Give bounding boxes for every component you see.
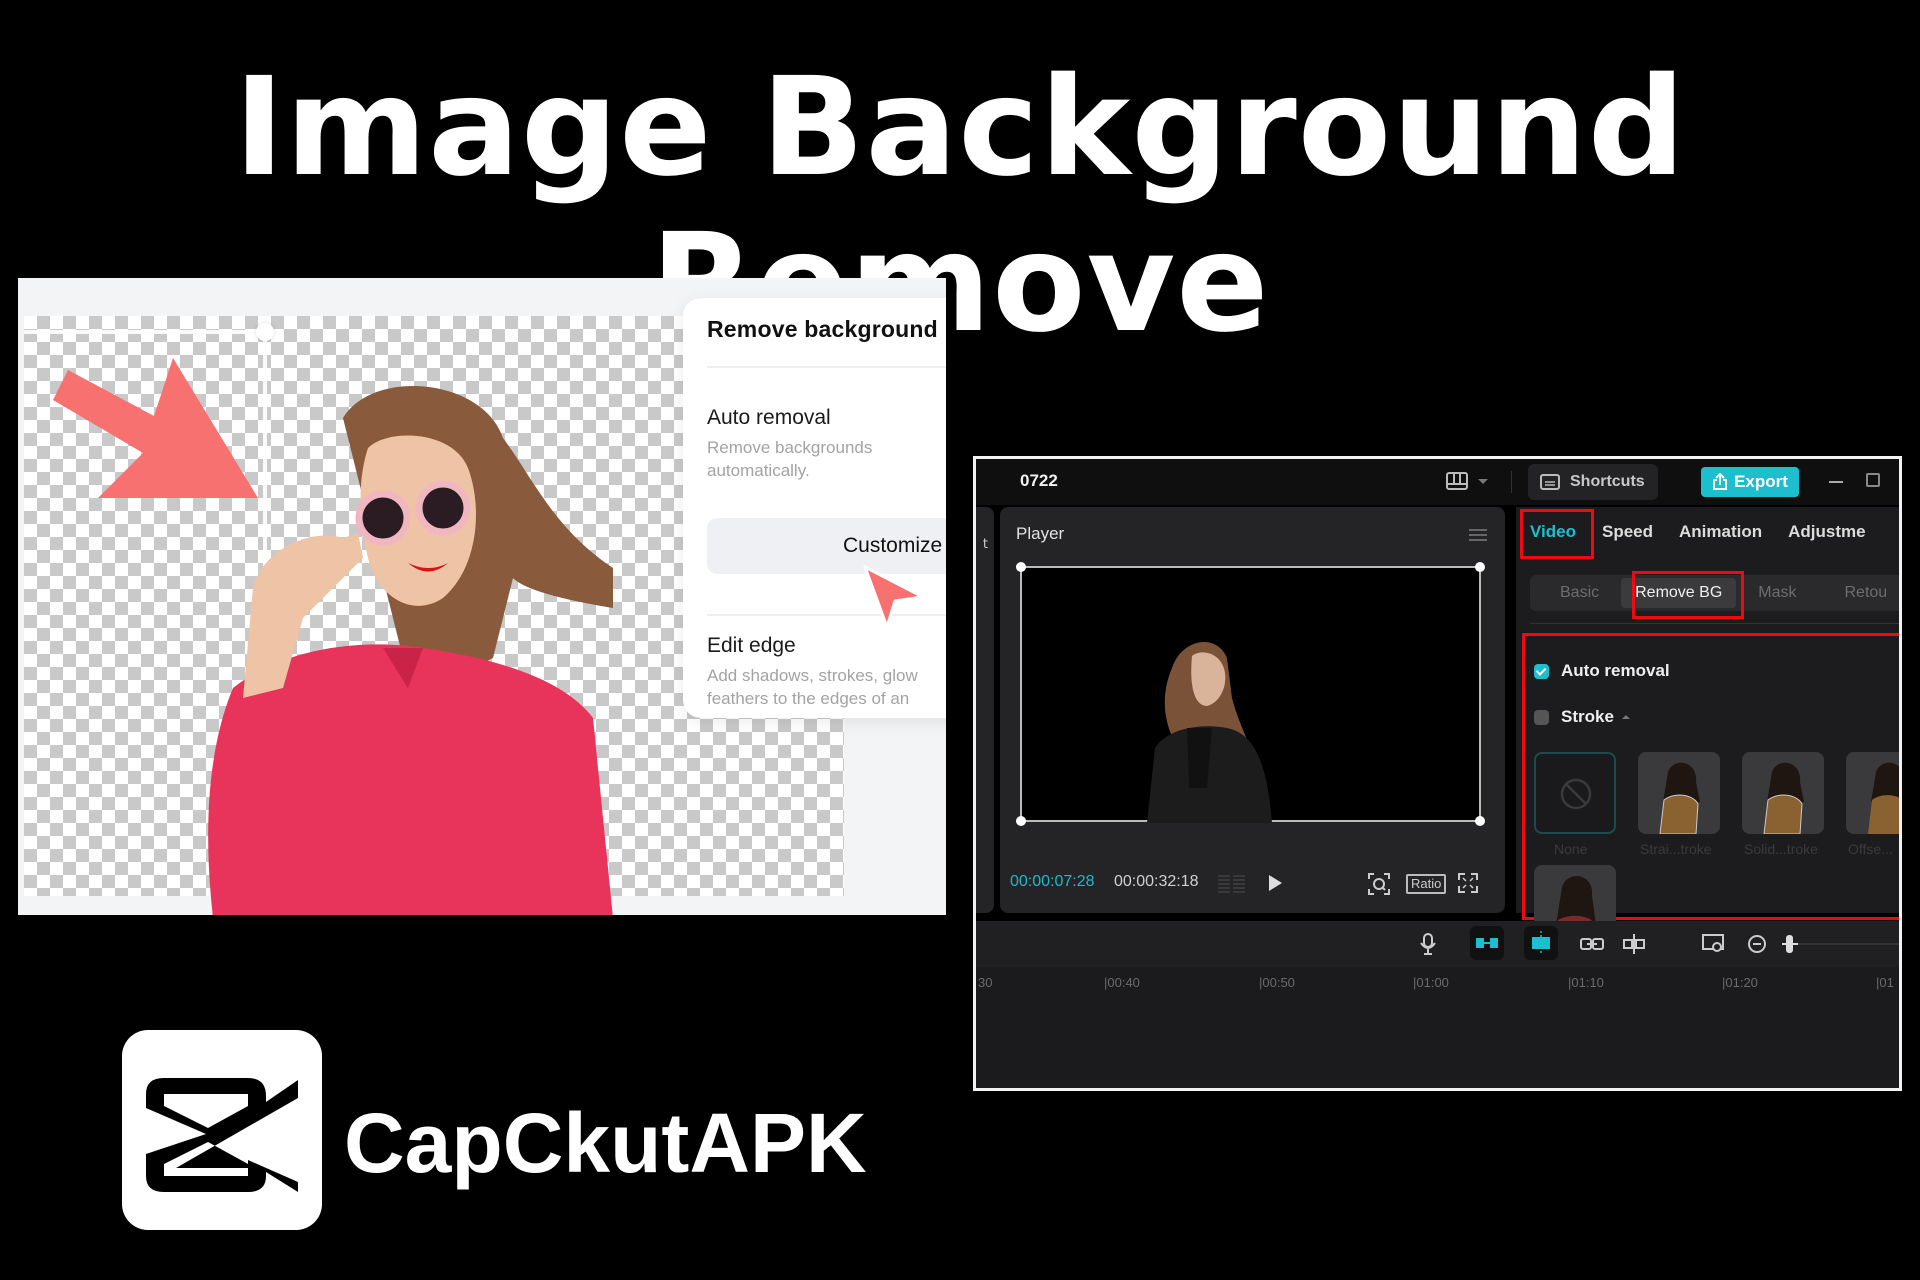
stroke-preview-image	[1659, 762, 1700, 834]
woman-cutout-photo	[208, 385, 613, 915]
player-title: Player	[1016, 524, 1065, 543]
ruler-label: |01:00	[1413, 975, 1449, 990]
edit-edge-desc-2: feathers to the edges of an	[707, 689, 910, 708]
magnet-link-icon	[1476, 938, 1498, 948]
auto-removal-checkbox[interactable]	[1534, 663, 1549, 679]
preview-zoom-icon[interactable]	[1702, 933, 1726, 955]
resize-handle[interactable]	[1016, 816, 1026, 826]
stroke-preset-none[interactable]	[1534, 752, 1616, 834]
timeline-toolbar	[976, 921, 1899, 967]
stroke-label: Stroke	[1561, 707, 1614, 726]
ruler-label: |00:40	[1104, 975, 1140, 990]
stroke-option[interactable]: Stroke	[1534, 707, 1630, 727]
media-panel-edge: t	[976, 507, 994, 913]
brand-name: CapCkutAPK	[344, 1096, 867, 1190]
ruler-label: |01:20	[1722, 975, 1758, 990]
menu-icon[interactable]	[1469, 529, 1487, 541]
link-icon[interactable]	[1580, 933, 1604, 955]
resize-handle[interactable]	[1016, 562, 1026, 572]
timeline-ruler: 30 |00:40 |00:50 |01:00 |01:10 |01:20 |0…	[976, 967, 1899, 997]
divider	[1530, 623, 1899, 624]
cursor-pointer-icon	[863, 565, 925, 629]
auto-removal-desc-1: Remove backgrounds	[707, 438, 873, 457]
auto-snap-toggle[interactable]	[1470, 926, 1504, 960]
subtab-retouch[interactable]: Retou	[1831, 578, 1900, 608]
stroke-preset-label: Solid...troke	[1744, 841, 1818, 857]
stroke-preview-image	[1868, 762, 1899, 834]
edit-edge-heading: Edit edge	[707, 634, 796, 657]
fullscreen-icon[interactable]	[1458, 873, 1478, 893]
stroke-preset-offset[interactable]	[1846, 752, 1899, 834]
zoom-out-icon[interactable]	[1746, 933, 1770, 955]
keyboard-icon	[1540, 474, 1560, 490]
capcut-logo-icon	[122, 1030, 322, 1230]
layout-icon[interactable]	[1446, 472, 1468, 490]
minimize-icon[interactable]	[1829, 481, 1843, 483]
panel-title: Remove background	[707, 316, 938, 342]
shortcuts-label: Shortcuts	[1570, 473, 1645, 490]
split-icon[interactable]	[1622, 933, 1646, 955]
tab-adjustment[interactable]: Adjustme	[1788, 522, 1865, 542]
stroke-preview-image	[1763, 762, 1804, 834]
timeline-zoom-slider[interactable]	[1782, 943, 1899, 945]
highlight-box	[1520, 509, 1594, 559]
auto-removal-option[interactable]: Auto removal	[1534, 661, 1670, 681]
title-bar: 0722 Shortcuts Export	[976, 459, 1899, 505]
highlight-box	[1632, 571, 1744, 619]
ruler-label: 30	[978, 975, 993, 990]
web-editor-screenshot: Remove background Auto removal Remove ba…	[18, 278, 946, 915]
chevron-up-icon[interactable]	[1621, 715, 1630, 719]
divider	[1511, 471, 1512, 493]
play-icon[interactable]	[1269, 875, 1282, 891]
stroke-preset-straight[interactable]	[1638, 752, 1720, 834]
subtab-mask[interactable]: Mask	[1744, 578, 1810, 608]
resize-handle[interactable]	[1475, 562, 1485, 572]
restore-window-icon[interactable]	[1866, 473, 1880, 487]
export-label: Export	[1734, 472, 1788, 491]
no-symbol-icon	[1560, 778, 1592, 810]
inspector-panel: Video Speed Animation Adjustme Basic Rem…	[1516, 507, 1900, 947]
microphone-icon[interactable]	[1416, 933, 1440, 955]
player-panel: Player 00:00:07:28 00:00:32:18 Ratio	[1000, 507, 1505, 913]
ratio-button[interactable]: Ratio	[1406, 874, 1447, 894]
edit-edge-desc-1: Add shadows, strokes, glow	[707, 666, 918, 685]
auto-removal-desc-2: automatically.	[707, 461, 810, 480]
woman-cutout-video	[1147, 641, 1272, 823]
stroke-preset-label: Offse...	[1848, 841, 1893, 857]
auto-removal-heading: Auto removal	[707, 406, 831, 429]
share-icon	[1713, 473, 1728, 490]
stroke-preset-label: Strai...troke	[1640, 841, 1712, 857]
timeline-tracks[interactable]	[976, 997, 1899, 1088]
zoom-fit-icon[interactable]	[1368, 873, 1390, 895]
auto-removal-label: Auto removal	[1561, 661, 1670, 680]
ruler-label: |00:50	[1259, 975, 1295, 990]
subtab-basic[interactable]: Basic	[1546, 578, 1613, 608]
stroke-checkbox[interactable]	[1534, 709, 1549, 725]
current-timecode: 00:00:07:28	[1010, 873, 1095, 890]
tab-speed[interactable]: Speed	[1602, 522, 1653, 542]
ruler-label: |01:10	[1568, 975, 1604, 990]
timeline-zoom-knob[interactable]	[1786, 935, 1793, 953]
audio-meter-icon	[1218, 875, 1245, 893]
project-name: 0722	[1020, 471, 1058, 490]
crop-guide-horizontal	[24, 330, 264, 334]
stroke-preset-solid[interactable]	[1742, 752, 1824, 834]
video-preview[interactable]	[1016, 562, 1485, 826]
export-button[interactable]: Export	[1701, 467, 1799, 497]
stroke-preset-label: None	[1554, 841, 1588, 857]
preview-axis-toggle[interactable]	[1524, 926, 1558, 960]
resize-handle[interactable]	[1475, 816, 1485, 826]
divider	[707, 366, 946, 368]
tab-animation[interactable]: Animation	[1679, 522, 1762, 542]
crop-handle[interactable]	[256, 323, 274, 341]
total-timecode: 00:00:32:18	[1114, 873, 1199, 890]
split-preview-icon	[1532, 931, 1550, 955]
chevron-down-icon[interactable]	[1478, 479, 1488, 484]
remove-background-panel: Remove background Auto removal Remove ba…	[683, 298, 946, 718]
desktop-editor-screenshot: 0722 Shortcuts Export t Player 00:00:07:…	[973, 456, 1902, 1091]
ruler-label: |01	[1876, 975, 1894, 990]
shortcuts-button[interactable]: Shortcuts	[1528, 464, 1658, 500]
